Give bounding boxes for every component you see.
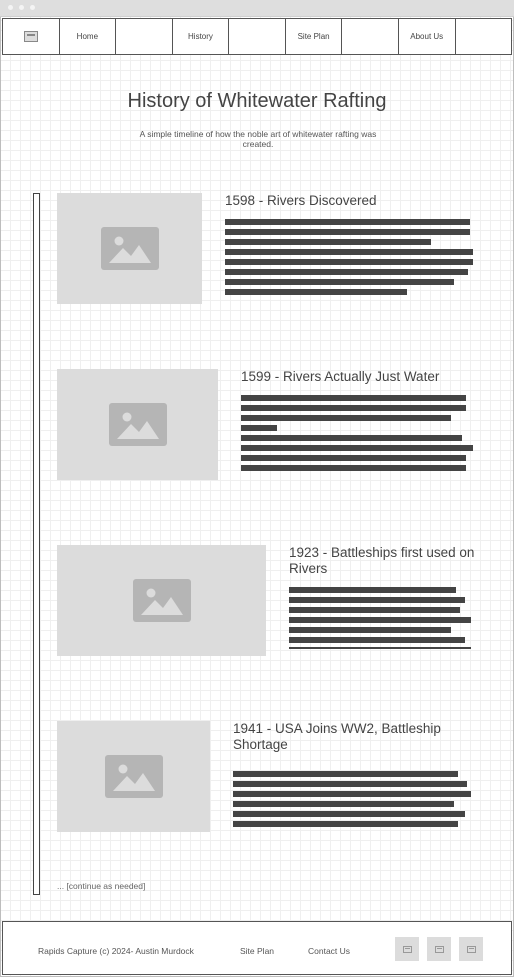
top-nav: Home History Site Plan About Us [2, 18, 512, 55]
nav-spacer [229, 19, 286, 54]
event-text-placeholder [225, 219, 473, 299]
window-chrome [0, 0, 514, 17]
social-link[interactable] [459, 937, 483, 961]
footer: Rapids Capture (c) 2024- Austin Murdock … [2, 921, 512, 975]
nav-spacer [116, 19, 173, 54]
image-icon [104, 755, 163, 798]
footer-contact-link[interactable]: Contact Us [308, 946, 350, 956]
nav-item-site-plan[interactable]: Site Plan [286, 19, 343, 54]
nav-item-home[interactable]: Home [60, 19, 117, 54]
continue-note: ... [continue as needed] [57, 881, 146, 891]
page-title: History of Whitewater Rafting [127, 90, 387, 112]
footer-site-plan-link[interactable]: Site Plan [240, 946, 274, 956]
event-title: 1598 - Rivers Discovered [225, 193, 377, 208]
logo-icon [23, 31, 38, 42]
social-icon [434, 945, 444, 953]
image-icon [100, 227, 159, 270]
nav-spacer [342, 19, 399, 54]
social-link[interactable] [427, 937, 451, 961]
window-dot-icon [19, 5, 24, 10]
image-icon [108, 403, 167, 446]
event-image-placeholder [57, 721, 210, 832]
social-icon [466, 945, 476, 953]
event-text-placeholder [233, 771, 471, 831]
nav-logo[interactable] [3, 19, 60, 54]
event-title: 1599 - Rivers Actually Just Water [241, 369, 440, 384]
window-dot-icon [30, 5, 35, 10]
timeline-bar [33, 193, 40, 895]
social-icon [402, 945, 412, 953]
event-title: 1941 - USA Joins WW2, Battleship Shortag… [233, 721, 441, 752]
event-text-placeholder [241, 395, 473, 475]
image-icon [132, 579, 191, 622]
window-dot-icon [8, 5, 13, 10]
social-link[interactable] [395, 937, 419, 961]
event-image-placeholder [57, 545, 266, 656]
event-image-placeholder [57, 193, 202, 304]
event-text-placeholder [289, 587, 471, 653]
page-subtitle: A simple timeline of how the noble art o… [139, 129, 377, 149]
event-title: 1923 - Battleships first used on Rivers [289, 545, 475, 576]
event-image-placeholder [57, 369, 218, 480]
nav-item-about-us[interactable]: About Us [399, 19, 456, 54]
nav-item-history[interactable]: History [173, 19, 230, 54]
footer-copyright: Rapids Capture (c) 2024- Austin Murdock [38, 946, 194, 956]
